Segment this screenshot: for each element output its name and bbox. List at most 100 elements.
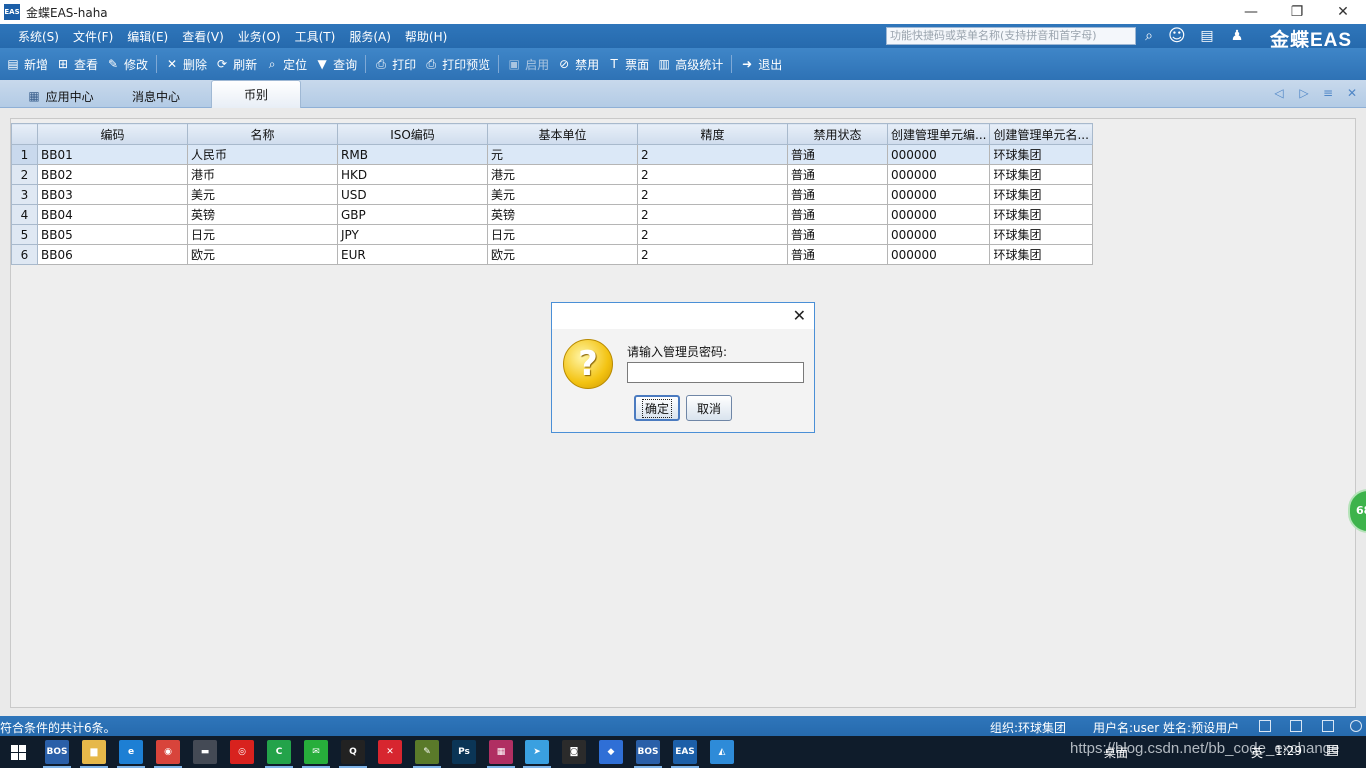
tab-close-icon[interactable]: ✕ (1345, 86, 1359, 100)
table-cell[interactable]: 普通 (787, 204, 888, 225)
column-header[interactable]: 编码 (37, 123, 188, 145)
table-cell[interactable]: 000000 (886, 224, 991, 245)
cancel-button[interactable]: 取消 (686, 395, 732, 421)
menu-view[interactable]: 查看(V) (181, 28, 225, 45)
tab-message-center[interactable]: 消息中心 (112, 84, 200, 108)
table-cell[interactable]: 普通 (787, 164, 888, 185)
table-cell[interactable]: 2 (637, 184, 788, 205)
status-grid-icon[interactable] (1322, 720, 1334, 732)
table-cell[interactable]: 欧元 (487, 244, 638, 265)
table-cell[interactable]: 日元 (487, 224, 638, 245)
table-row[interactable]: 1 BB01 人民币 RMB 元 2 普通 000000 环球集团 (11, 144, 1093, 165)
table-cell[interactable]: GBP (337, 204, 488, 225)
pin-app-icon[interactable]: ➤ (525, 740, 549, 764)
menu-tools[interactable]: 工具(T) (294, 28, 337, 45)
app-13-icon[interactable]: ▦ (489, 740, 513, 764)
table-cell[interactable]: 普通 (787, 144, 888, 165)
table-cell[interactable]: 环球集团 (989, 244, 1093, 265)
table-cell[interactable]: 000000 (886, 184, 991, 205)
table-cell[interactable]: 环球集团 (989, 204, 1093, 225)
menu-service[interactable]: 服务(A) (348, 28, 392, 45)
table-cell[interactable]: 港元 (487, 164, 638, 185)
table-row[interactable]: 6 BB06 欧元 EUR 欧元 2 普通 000000 环球集团 (11, 244, 1093, 265)
status-globe-icon[interactable] (1350, 720, 1362, 732)
tab-list-icon[interactable]: ≡ (1321, 86, 1335, 100)
dialog-close-icon[interactable]: ✕ (793, 306, 806, 325)
search-icon[interactable]: ⌕ (1141, 28, 1157, 44)
bos-app-1[interactable]: BOS (45, 740, 69, 764)
table-cell[interactable]: JPY (337, 224, 488, 245)
restore-button[interactable]: ❐ (1274, 0, 1320, 24)
column-header[interactable]: 名称 (187, 123, 338, 145)
menu-business[interactable]: 业务(O) (237, 28, 282, 45)
table-cell[interactable]: BB06 (37, 244, 188, 265)
notification-icon[interactable]: ▤ (1326, 742, 1339, 758)
table-cell[interactable]: 2 (637, 204, 788, 225)
table-row[interactable]: 3 BB03 美元 USD 美元 2 普通 000000 环球集团 (11, 184, 1093, 205)
table-cell[interactable]: 元 (487, 144, 638, 165)
table-cell[interactable]: 2 (637, 144, 788, 165)
toolbar-button-stats[interactable]: ▥ 高级统计 (657, 52, 724, 76)
eas-app-icon[interactable]: EAS (673, 740, 697, 764)
photo-app-icon[interactable]: ◭ (710, 740, 734, 764)
toolbar-button-print-preview[interactable]: ⎙ 打印预览 (424, 52, 490, 76)
smiley-icon[interactable]: ☺ (1168, 28, 1186, 45)
toolbar-button-binoculars[interactable]: ⊞ 查看 (56, 52, 98, 76)
bos-app-2[interactable]: BOS (636, 740, 660, 764)
toolbar-button-refresh[interactable]: ⟳ 刷新 (215, 52, 257, 76)
tab-currency[interactable]: 币别 (211, 80, 301, 108)
column-header[interactable]: 创建管理单元名... (989, 123, 1093, 145)
toolbar-button-exit[interactable]: ➜ 退出 (740, 52, 782, 76)
column-header[interactable]: 精度 (637, 123, 788, 145)
table-cell[interactable]: 美元 (487, 184, 638, 205)
table-cell[interactable]: 环球集团 (989, 164, 1093, 185)
table-cell[interactable]: 2 (637, 164, 788, 185)
table-cell[interactable]: 英镑 (487, 204, 638, 225)
camera-icon[interactable]: ◙ (562, 740, 586, 764)
table-cell[interactable]: 欧元 (187, 244, 338, 265)
app-5-icon[interactable]: ▬ (193, 740, 217, 764)
user-avatar-icon[interactable]: ♟ (1229, 28, 1245, 44)
table-cell[interactable]: BB03 (37, 184, 188, 205)
table-cell[interactable]: 000000 (886, 144, 991, 165)
table-cell[interactable]: 港币 (187, 164, 338, 185)
edge-browser-icon[interactable]: e (119, 740, 143, 764)
table-cell[interactable]: 2 (637, 244, 788, 265)
table-cell[interactable]: HKD (337, 164, 488, 185)
toolbar-button-printer[interactable]: ⎙ 打印 (374, 52, 416, 76)
table-cell[interactable]: 普通 (787, 244, 888, 265)
column-header[interactable]: ISO编码 (337, 123, 488, 145)
menu-help[interactable]: 帮助(H) (404, 28, 448, 45)
table-cell[interactable]: 2 (637, 224, 788, 245)
table-cell[interactable]: 普通 (787, 184, 888, 205)
feishu-icon[interactable]: ◆ (599, 740, 623, 764)
table-cell[interactable]: 环球集团 (989, 184, 1093, 205)
menu-edit[interactable]: 编辑(E) (126, 28, 169, 45)
file-explorer-icon[interactable]: ▆ (82, 740, 106, 764)
start-button[interactable] (0, 736, 36, 768)
table-cell[interactable]: RMB (337, 144, 488, 165)
column-header[interactable]: 创建管理单元编... (886, 123, 991, 145)
tab-app-center[interactable]: ▦ 应用中心 (14, 84, 108, 108)
table-row[interactable]: 5 BB05 日元 JPY 日元 2 普通 000000 环球集团 (11, 224, 1093, 245)
ok-button[interactable]: 确定 (634, 395, 680, 421)
qq-icon[interactable]: Q (341, 740, 365, 764)
green-app-icon[interactable]: C (267, 740, 291, 764)
table-cell[interactable]: 000000 (886, 164, 991, 185)
menu-file[interactable]: 文件(F) (72, 28, 114, 45)
desktop-label[interactable]: 桌面 (1104, 744, 1128, 761)
column-header[interactable]: 禁用状态 (787, 123, 888, 145)
xmind-icon[interactable]: ✕ (378, 740, 402, 764)
clock[interactable]: 1:29 (1275, 744, 1302, 758)
message-icon[interactable]: ▤ (1199, 28, 1215, 44)
toolbar-button-locate[interactable]: ⌕ 定位 (265, 52, 307, 76)
table-cell[interactable]: EUR (337, 244, 488, 265)
menu-system[interactable]: 系统(S) (17, 28, 60, 45)
toolbar-button-delete-x[interactable]: ✕ 删除 (165, 52, 207, 76)
table-cell[interactable]: 普通 (787, 224, 888, 245)
notepad-icon[interactable]: ✎ (415, 740, 439, 764)
tab-scroll-left-icon[interactable]: ◁ (1272, 86, 1286, 100)
toolbar-button-broom[interactable]: ✎ 修改 (106, 52, 148, 76)
table-cell[interactable]: 日元 (187, 224, 338, 245)
table-cell[interactable]: 人民币 (187, 144, 338, 165)
